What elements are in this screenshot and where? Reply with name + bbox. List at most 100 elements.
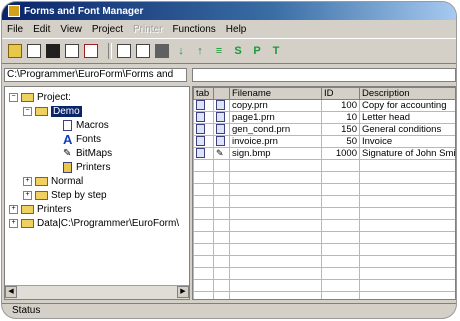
s-button[interactable]: S [231,44,245,58]
bitmap-icon: ✎ [63,147,72,159]
tree-node-demo[interactable]: − Demo [23,105,82,117]
filename-cell: sign.bmp [229,147,322,160]
expand-icon[interactable]: + [23,176,32,186]
tree-node-printers-sub[interactable]: Printers [63,161,110,173]
file-type-icon [196,112,205,123]
menu-printer: Printer [132,23,163,35]
description-cell: Copy for accounting [359,99,455,112]
tree-node-printers[interactable]: + Printers [9,203,71,215]
empty-row [193,279,455,292]
empty-row [193,255,455,268]
bitmap-icon: ✎ [216,148,224,159]
column-header-id[interactable]: ID [321,87,360,100]
file-type-icon [196,148,205,159]
toolbar-separator [108,43,112,59]
empty-row [193,171,455,184]
tree-node-macros[interactable]: Macros [63,119,109,131]
sort-descending-icon[interactable]: ↑ [193,44,207,58]
expand-icon[interactable]: + [23,190,32,200]
file-table: tab Filename ID Description copy.prn 100… [193,87,455,299]
folder-icon [21,92,34,102]
form-icon [216,136,225,147]
empty-row [193,183,455,196]
folder-icon [35,176,48,186]
expand-icon[interactable]: + [9,204,18,214]
tree-node-project[interactable]: − Project: [9,91,71,103]
open-folder-icon [35,106,48,116]
copy-icon[interactable] [117,44,131,58]
t-button[interactable]: T [269,44,283,58]
empty-row [193,231,455,244]
scroll-right-icon[interactable]: ▶ [177,286,189,298]
empty-row [193,207,455,220]
file-type-icon [196,124,205,135]
tree-node-data[interactable]: + Data|C:\Programmer\EuroForm\ [9,217,179,229]
path-field[interactable]: C:\Programmer\EuroForm\Forms and [4,68,187,82]
column-header-filename[interactable]: Filename [229,87,322,100]
filename-cell: page1.prn [229,111,322,124]
id-cell: 50 [321,135,360,148]
print-icon[interactable] [155,44,169,58]
tree-node-fonts[interactable]: A Fonts [63,131,101,147]
menu-project[interactable]: Project [87,24,128,35]
save-icon[interactable] [46,44,60,58]
new-document-icon[interactable] [27,44,41,58]
file-type-icon [196,100,205,111]
window-title: Forms and Font Manager [24,5,144,17]
table-row[interactable]: ✎ sign.bmp 1000 Signature of John Smi [193,147,455,160]
empty-row [193,195,455,208]
table-row[interactable]: invoice.prn 50 Invoice [193,135,455,148]
column-header-description[interactable]: Description [359,87,455,100]
new-folder-icon[interactable] [8,44,22,58]
filename-cell: invoice.prn [229,135,322,148]
empty-row [193,243,455,256]
scroll-left-icon[interactable]: ◀ [5,286,17,298]
app-icon [8,5,20,17]
file-type-icon [196,136,205,147]
delete-icon[interactable] [84,44,98,58]
title-bar: Forms and Font Manager [2,2,456,20]
filename-cell: copy.prn [229,99,322,112]
form-icon [216,124,225,135]
menu-view[interactable]: View [55,24,87,35]
filename-cell: gen_cond.prn [229,123,322,136]
tree-horizontal-scrollbar[interactable]: ◀ ▶ [5,285,189,299]
tree-node-bitmaps[interactable]: ✎ BitMaps [63,147,112,159]
tree-node-step-by-step[interactable]: + Step by step [23,189,107,201]
description-cell: Invoice [359,135,455,148]
collapse-icon[interactable]: − [9,92,18,102]
file-grid[interactable]: tab Filename ID Description copy.prn 100… [192,86,456,300]
table-row[interactable]: gen_cond.prn 150 General conditions [193,123,455,136]
toolbar: ↓ ↑ ≡ S P T [2,38,456,64]
expand-icon[interactable]: + [9,218,18,228]
menu-functions[interactable]: Functions [167,24,220,35]
id-cell: 150 [321,123,360,136]
open-document-icon[interactable] [65,44,79,58]
id-cell: 10 [321,111,360,124]
id-cell: 1000 [321,147,360,160]
table-row[interactable]: copy.prn 100 Copy for accounting [193,99,455,112]
menu-help[interactable]: Help [221,24,252,35]
tree-node-normal[interactable]: + Normal [23,175,83,187]
collapse-icon[interactable]: − [23,106,32,116]
description-cell: Signature of John Smi [359,147,455,160]
menu-file[interactable]: File [2,24,28,35]
p-button[interactable]: P [250,44,264,58]
form-icon [216,100,225,111]
project-tree[interactable]: − Project: − Demo Macros A Fonts ✎ BitMa… [4,86,190,300]
sort-ascending-icon[interactable]: ↓ [174,44,188,58]
list-icon[interactable]: ≡ [212,44,226,58]
id-cell: 100 [321,99,360,112]
empty-row [193,267,455,280]
form-icon [216,112,225,123]
table-row[interactable]: page1.prn 10 Letter head [193,111,455,124]
column-header-type[interactable]: tab [193,87,214,100]
properties-icon[interactable] [136,44,150,58]
app-window: Forms and Font Manager File Edit View Pr… [2,2,456,318]
menu-edit[interactable]: Edit [28,24,55,35]
macro-document-icon [63,119,72,131]
table-header-row: tab Filename ID Description [193,87,455,100]
folder-icon [35,190,48,200]
font-icon: A [63,131,73,147]
printer-icon [63,161,72,173]
